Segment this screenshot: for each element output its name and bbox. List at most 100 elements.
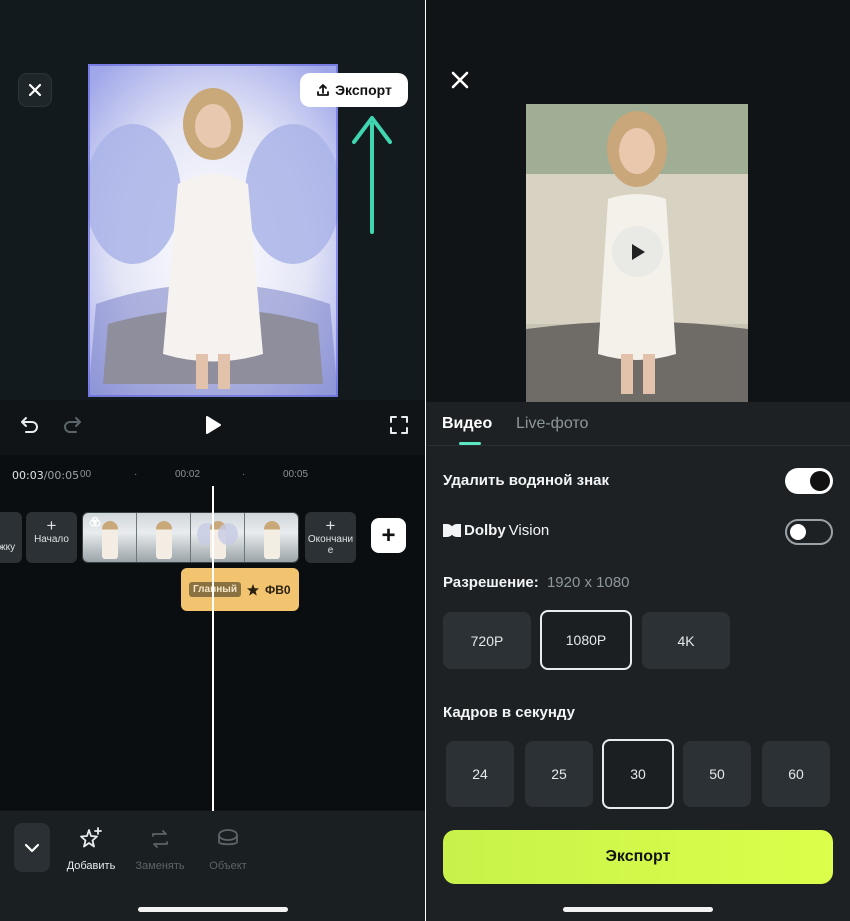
tool-add-label: Добавить: [66, 860, 116, 872]
clip-thumbnail: [191, 513, 245, 562]
export-panel: Видео Live-фото Удалить водяной знак Dol…: [426, 0, 850, 921]
export-button-label: Экспорт: [335, 82, 392, 98]
current-time: 00:03: [12, 469, 44, 482]
editor-panel: Экспорт 00:03/00:05 00 · 00:02 · 00:05 ж…: [0, 0, 425, 921]
play-icon: [206, 416, 221, 434]
resolution-value: 1920 x 1080: [546, 574, 630, 591]
export-settings-sheet: Видео Live-фото Удалить водяной знак Dol…: [426, 402, 850, 921]
close-button[interactable]: [18, 73, 52, 107]
dolby-logo-icon: [443, 524, 461, 537]
clip-thumbnail: [245, 513, 298, 562]
total-time: /00:05: [43, 469, 80, 482]
preview-image: [88, 64, 338, 397]
collapse-button[interactable]: [14, 823, 50, 872]
remove-watermark-toggle[interactable]: [785, 468, 833, 494]
undo-button[interactable]: [18, 414, 40, 441]
resolution-row: Разрешение: 1920 x 1080: [443, 574, 630, 591]
tab-indicator: [459, 442, 481, 445]
add-start-label: Начало: [34, 534, 69, 545]
tab-bar: Видео Live-фото: [426, 402, 850, 446]
redo-button[interactable]: [62, 414, 84, 441]
export-confirm-button[interactable]: Экспорт: [443, 830, 833, 884]
time-readout: 00:03/00:05: [12, 469, 79, 482]
replace-icon: [152, 830, 168, 848]
undo-icon: [21, 417, 38, 433]
dolby-brand: Dolby: [464, 522, 506, 539]
sticker-track-label: ФВ0: [264, 582, 291, 597]
tick-label: 00: [80, 469, 92, 480]
export-confirm-label: Экспорт: [605, 848, 671, 865]
fps-option-24[interactable]: 24: [446, 741, 514, 807]
plus-icon: +: [381, 521, 396, 549]
tool-add[interactable]: Добавить: [61, 827, 121, 872]
fullscreen-icon: [390, 416, 408, 434]
close-button[interactable]: [450, 70, 470, 95]
dolby-suffix: Vision: [508, 522, 550, 539]
clip-thumbnail: [137, 513, 191, 562]
dolby-vision-label: Dolby Vision: [443, 522, 549, 539]
play-icon: [631, 243, 645, 260]
tick-label: 00:02: [175, 469, 201, 480]
option-label: 24: [472, 766, 488, 782]
dolby-vision-toggle[interactable]: [785, 519, 833, 545]
close-icon: [28, 83, 42, 97]
resolution-option-1080p[interactable]: 1080P: [540, 610, 632, 670]
playhead[interactable]: [212, 486, 214, 811]
sticker-track[interactable]: Главный ФВ0: [181, 568, 299, 611]
option-label: 1080P: [565, 632, 607, 648]
add-end-label: Окончани: [307, 534, 354, 545]
chevron-down-icon: [24, 843, 40, 852]
close-icon: [451, 71, 469, 89]
annotation-arrow-icon: [352, 116, 392, 234]
option-label: 25: [551, 766, 567, 782]
preview-play-button[interactable]: [612, 226, 663, 277]
tick-dot: ·: [134, 469, 138, 480]
toggle-knob: [810, 471, 830, 491]
prev-clip-label: жку: [0, 542, 16, 553]
sticker-icon: [246, 583, 259, 596]
option-label: 4K: [677, 632, 695, 649]
tick-label: 00:05: [283, 469, 309, 480]
main-tag: Главный: [189, 582, 241, 597]
fps-label: Кадров в секунду: [443, 704, 575, 721]
option-label: 60: [788, 766, 804, 782]
video-clip[interactable]: [82, 512, 299, 563]
add-start-button[interactable]: + Начало: [26, 512, 77, 563]
sticker-add-icon: [80, 827, 102, 848]
option-label: 30: [630, 766, 646, 782]
fps-option-30[interactable]: 30: [602, 739, 674, 809]
upload-icon: [317, 84, 329, 96]
plus-icon: +: [46, 516, 57, 535]
export-preview-image: [526, 104, 748, 402]
play-button[interactable]: [203, 414, 223, 441]
fps-option-50[interactable]: 50: [683, 741, 751, 807]
home-indicator: [563, 907, 713, 912]
fullscreen-button[interactable]: [388, 414, 410, 441]
playback-controls: [0, 410, 425, 442]
effect-icon: [89, 517, 101, 527]
object-icon: [218, 829, 238, 846]
fps-option-60[interactable]: 60: [762, 741, 830, 807]
home-indicator: [138, 907, 288, 912]
resolution-option-4k[interactable]: 4K: [642, 612, 730, 669]
add-media-button[interactable]: +: [371, 518, 406, 553]
redo-icon: [64, 417, 81, 433]
tool-bar: Добавить Заменять Объект: [0, 811, 425, 921]
add-end-button[interactable]: + Окончани е: [305, 512, 356, 563]
remove-watermark-label: Удалить водяной знак: [443, 472, 609, 489]
tab-live-photo[interactable]: Live-фото: [516, 415, 588, 433]
export-button[interactable]: Экспорт: [300, 73, 408, 107]
fps-option-25[interactable]: 25: [525, 741, 593, 807]
option-label: 720P: [470, 632, 504, 649]
resolution-option-720p[interactable]: 720P: [443, 612, 531, 669]
option-label: 50: [709, 766, 725, 782]
tool-object[interactable]: Объект: [198, 827, 258, 872]
tool-object-label: Объект: [209, 860, 247, 872]
resolution-label: Разрешение:: [443, 574, 539, 591]
tool-replace[interactable]: Заменять: [130, 827, 190, 872]
add-end-label-wrap: е: [327, 545, 334, 556]
prev-clip[interactable]: жку: [0, 512, 22, 563]
tab-video[interactable]: Видео: [442, 415, 492, 433]
plus-icon: +: [325, 516, 336, 535]
tool-replace-label: Заменять: [135, 860, 185, 872]
